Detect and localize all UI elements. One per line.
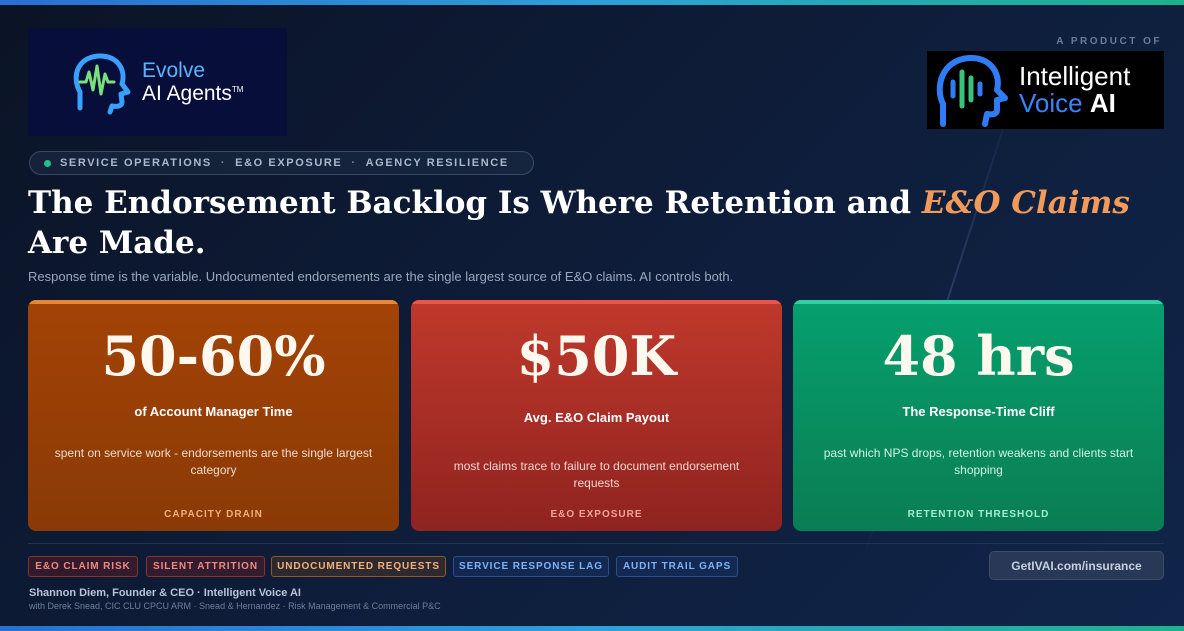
stat-value: $50K (516, 324, 677, 388)
status-dot (44, 159, 51, 167)
page-title: The Endorsement Backlog Is Where Retenti… (28, 183, 1148, 263)
trademark: TM (231, 85, 244, 94)
tag-service-response-lag: SERVICE RESPONSE LAG (453, 556, 609, 577)
pill-separator: · (220, 157, 227, 169)
stat-card-retention-threshold: 48 hrs The Response-Time Cliff past whic… (793, 300, 1164, 531)
tag-undocumented-requests: UNDOCUMENTED REQUESTS (271, 556, 446, 577)
card-top-stripe (793, 300, 1164, 304)
stat-value: 48 hrs (882, 324, 1075, 388)
stat-description: spent on service work - endorsements are… (54, 446, 373, 477)
tag-eo-claim-risk: E&O CLAIM RISK (28, 556, 138, 577)
card-top-stripe (411, 300, 782, 304)
tag-silent-attrition: SILENT ATTRITION (146, 556, 265, 577)
stat-label: Avg. E&O Claim Payout (523, 410, 670, 425)
ivai-voice: Voice (1019, 88, 1083, 118)
headline-accent: E&O Claims (921, 185, 1130, 221)
stat-card-eo-exposure: $50K Avg. E&O Claim Payout most claims t… (411, 300, 782, 531)
stat-description: past which NPS drops, retention weakens … (823, 446, 1134, 477)
ivai-ai: AI (1089, 88, 1116, 118)
pill-item-eo-exposure: E&O EXPOSURE (235, 157, 343, 169)
pill-separator: · (351, 157, 357, 169)
head-waveform-icon (73, 53, 131, 115)
evolve-subtitle: AI Agents (142, 82, 232, 105)
stat-label: The Response-Time Cliff (902, 404, 1055, 419)
category-pill: SERVICE OPERATIONS · E&O EXPOSURE · AGEN… (29, 151, 534, 175)
intelligent-voice-ai-logo: Intelligent Voice AI (927, 51, 1164, 129)
stat-value: 50-60% (101, 324, 326, 388)
product-of-label: A PRODUCT OF (1056, 36, 1162, 47)
stat-tag: RETENTION THRESHOLD (907, 509, 1050, 520)
tag-audit-trail-gaps: AUDIT TRAIL GAPS (616, 556, 738, 577)
stat-card-capacity-drain: 50-60% of Account Manager Time spent on … (28, 300, 399, 531)
evolve-ai-agents-logo: Evolve AI AgentsTM (28, 28, 287, 136)
evolve-title: Evolve (142, 58, 206, 82)
card-top-stripe (28, 300, 399, 304)
bottom-accent-bar (0, 626, 1184, 631)
stat-tag: CAPACITY DRAIN (164, 509, 263, 520)
founder-credit: Shannon Diem, Founder & CEO · Intelligen… (29, 587, 301, 599)
pill-item-service-operations: SERVICE OPERATIONS (60, 157, 212, 169)
collaborator-credit: with Derek Snead, CIC CLU CPCU ARM · Sne… (29, 601, 441, 611)
stat-description: most claims trace to failure to document… (453, 459, 740, 490)
subtitle: Response time is the variable. Undocumen… (28, 269, 734, 284)
ivai-line1: Intelligent (1019, 60, 1131, 91)
stat-tag: E&O EXPOSURE (550, 509, 643, 520)
website-link-button[interactable]: GetIVAI.com/insurance (989, 551, 1164, 580)
pill-item-agency-resilience: AGENCY RESILIENCE (365, 157, 509, 169)
stat-label: of Account Manager Time (134, 404, 293, 419)
voice-head-icon (936, 55, 1008, 127)
headline-part1: The Endorsement Backlog Is Where Retenti… (28, 185, 922, 221)
headline-part2: Are Made. (28, 225, 206, 261)
top-accent-bar (0, 0, 1184, 5)
divider (28, 543, 1164, 544)
